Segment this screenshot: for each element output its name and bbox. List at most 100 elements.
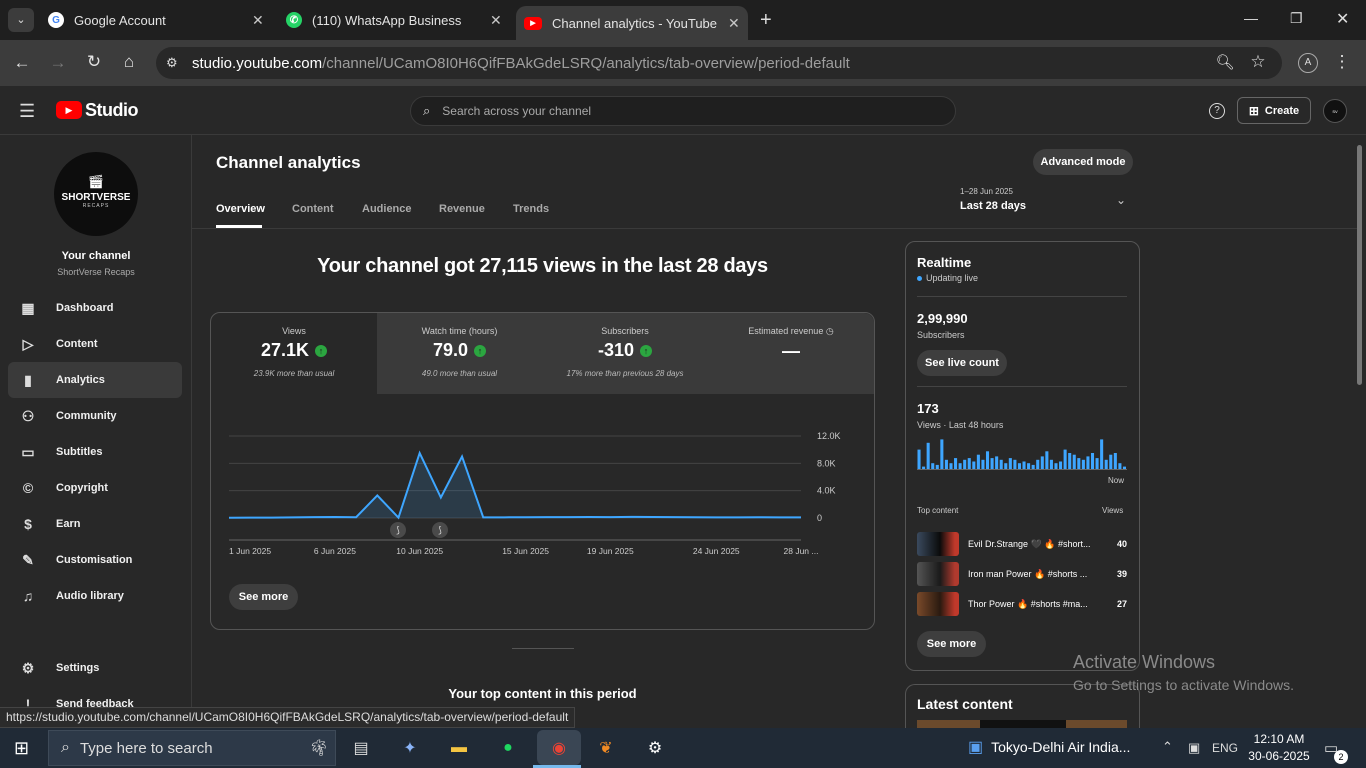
metric-subscribers[interactable]: Subscribers -310 ↑ 17% more than previous…: [542, 313, 708, 394]
top-content-row[interactable]: Evil Dr.Strange 🖤 🔥 #short... 40: [917, 532, 1127, 556]
create-video-icon: ⊞: [1248, 103, 1259, 118]
tab-whatsapp[interactable]: ✆ (110) WhatsApp Business ✕: [280, 0, 508, 40]
news-icon: ▣: [968, 739, 984, 756]
news-widget[interactable]: ▣ Tokyo-Delhi Air India...: [968, 737, 1130, 757]
sidebar-item-analytics[interactable]: ▮ Analytics: [8, 362, 182, 398]
status-url-bubble: https://studio.youtube.com/channel/UCamO…: [0, 707, 576, 728]
task-view-icon[interactable]: ▤: [346, 733, 376, 763]
spotify-icon[interactable]: ●: [493, 733, 523, 763]
clapper-icon: 🎬︎: [87, 174, 105, 189]
site-info-icon[interactable]: ⚙: [166, 55, 192, 71]
views-headline: Your channel got 27,115 views in the las…: [317, 255, 768, 277]
window-close-button[interactable]: ✕: [1336, 9, 1349, 29]
x-tick-label: 6 Jun 2025: [314, 546, 356, 556]
sidebar-item-dashboard[interactable]: ▦ Dashboard: [8, 290, 182, 326]
realtime-subscribers-value: 2,99,990: [917, 311, 968, 326]
hamburger-menu-icon[interactable]: ☰: [19, 101, 35, 122]
forward-icon[interactable]: →: [47, 53, 69, 73]
top-content-row[interactable]: Thor Power 🔥 #shorts #ma... 27: [917, 592, 1127, 616]
file-explorer-icon[interactable]: ▬: [444, 733, 474, 763]
realtime-bar: [1072, 454, 1076, 470]
reload-icon[interactable]: ↻: [83, 52, 105, 72]
fl-studio-icon[interactable]: ❦: [591, 733, 621, 763]
create-button[interactable]: ⊞ Create: [1237, 97, 1311, 124]
sidebar-item-earn[interactable]: $ Earn: [8, 506, 182, 542]
sidebar-item-settings[interactable]: ⚙ Settings: [8, 650, 182, 686]
date-range-picker[interactable]: 1–28 Jun 2025 Last 28 days ⌄: [960, 187, 1140, 219]
sidebar-item-content[interactable]: ▷ Content: [8, 326, 182, 362]
top-content-label: Top content: [917, 506, 959, 515]
channel-search-input[interactable]: ⌕ Search across your channel: [410, 96, 956, 126]
settings-app-icon[interactable]: ⚙: [640, 733, 670, 763]
page-scrollbar[interactable]: [1357, 145, 1362, 385]
latest-content-thumbnail[interactable]: [917, 720, 1127, 728]
sidebar-item-subtitles[interactable]: ▭ Subtitles: [8, 434, 182, 470]
copilot-icon[interactable]: ✦: [395, 733, 425, 763]
meet-now-icon[interactable]: ▣: [1188, 740, 1200, 756]
home-icon[interactable]: ⌂: [118, 52, 140, 72]
sidebar-item-copyright[interactable]: © Copyright: [8, 470, 182, 506]
close-icon[interactable]: ✕: [252, 12, 264, 29]
tab-overview[interactable]: Overview: [216, 203, 265, 215]
see-more-button[interactable]: See more: [229, 584, 298, 610]
live-dot-icon: [917, 275, 922, 281]
address-bar[interactable]: ⚙ studio.youtube.com/channel/UCamO8I0H6Q…: [156, 47, 1282, 79]
tab-revenue[interactable]: Revenue: [439, 203, 485, 215]
views-chart[interactable]: 12.0K 8.0K 4.0K 0 1 Jun 2025 6 Jun 2025 10 Jun…: [210, 400, 875, 570]
advanced-mode-button[interactable]: Advanced mode: [1033, 149, 1133, 175]
close-icon[interactable]: ✕: [490, 12, 502, 29]
new-tab-button[interactable]: +: [760, 9, 772, 32]
realtime-views-bars[interactable]: [917, 436, 1127, 470]
metric-views[interactable]: Views 27.1K ↑ 23.9K more than usual: [211, 313, 377, 394]
realtime-bar: [940, 439, 944, 470]
browser-menu-icon[interactable]: ⋮: [1331, 52, 1353, 72]
top-content-heading: Your top content in this period: [448, 686, 637, 701]
activate-windows-subtitle: Go to Settings to activate Windows.: [1073, 677, 1294, 693]
x-tick-label: 28 Jun ...: [784, 546, 819, 556]
windows-start-icon[interactable]: ⊞: [14, 738, 29, 759]
search-icon: ⌕: [61, 739, 70, 756]
chrome-icon[interactable]: ◉: [537, 730, 581, 765]
browser-tab-strip: ⌄ G Google Account ✕ ✆ (110) WhatsApp Bu…: [0, 0, 1366, 40]
realtime-bar: [1109, 454, 1113, 470]
tab-content[interactable]: Content: [292, 203, 334, 215]
palm-tree-icon: 🌴︎: [308, 740, 329, 757]
channel-avatar[interactable]: 🎬︎ SHORTVERSE RECAPS: [54, 152, 138, 236]
shorts-icon[interactable]: ⟆: [390, 522, 406, 538]
clock[interactable]: 12:10 AM 30-06-2025: [1248, 732, 1310, 763]
bookmark-star-icon[interactable]: ☆: [1247, 52, 1269, 72]
metric-estimated-revenue[interactable]: Estimated revenue ◷ —: [708, 313, 874, 394]
metric-watch-time[interactable]: Watch time (hours) 79.0 ↑ 49.0 more than …: [377, 313, 542, 394]
tab-youtube-studio[interactable]: ▶ Channel analytics - YouTube Studio ✕: [516, 6, 748, 40]
profile-avatar[interactable]: A: [1298, 53, 1318, 73]
see-live-count-button[interactable]: See live count: [917, 350, 1007, 376]
tab-trends[interactable]: Trends: [513, 203, 549, 215]
minimize-button[interactable]: —: [1244, 10, 1258, 26]
youtube-logo-icon[interactable]: ▶: [56, 101, 82, 119]
y-tick-label: 8.0K: [817, 458, 836, 468]
realtime-title: Realtime: [917, 255, 972, 270]
taskbar-search-input[interactable]: ⌕ Type here to search 🌴︎: [48, 730, 336, 766]
views-column-label: Views: [1102, 506, 1124, 515]
top-content-row[interactable]: Iron man Power 🔥 #shorts ... 39: [917, 562, 1127, 586]
realtime-views-value: 173: [917, 401, 939, 416]
tab-search-button[interactable]: ⌄: [8, 8, 34, 32]
sidebar-item-community[interactable]: ⚇ Community: [8, 398, 182, 434]
tab-google-account[interactable]: G Google Account ✕: [44, 0, 272, 40]
sidebar-item-customisation[interactable]: ✎ Customisation: [8, 542, 182, 578]
close-icon[interactable]: ✕: [728, 15, 740, 32]
tab-audience[interactable]: Audience: [362, 203, 412, 215]
language-indicator[interactable]: ENG: [1212, 741, 1238, 755]
realtime-see-more-button[interactable]: See more: [917, 631, 986, 657]
account-avatar[interactable]: SV: [1323, 99, 1347, 123]
y-tick-label: 12.0K: [817, 431, 841, 441]
back-icon[interactable]: ←: [11, 53, 33, 73]
chevron-up-icon[interactable]: ⌃: [1162, 739, 1173, 755]
help-icon[interactable]: ?: [1209, 103, 1225, 119]
zoom-icon[interactable]: 🔍︎: [1214, 53, 1236, 71]
restore-button[interactable]: ❐: [1290, 10, 1303, 27]
sidebar-item-audio-library[interactable]: ♫ Audio library: [8, 578, 182, 614]
clock-icon: ◷: [825, 326, 834, 336]
shorts-icon[interactable]: ⟆: [432, 522, 448, 538]
studio-logo-text[interactable]: Studio: [85, 100, 139, 121]
